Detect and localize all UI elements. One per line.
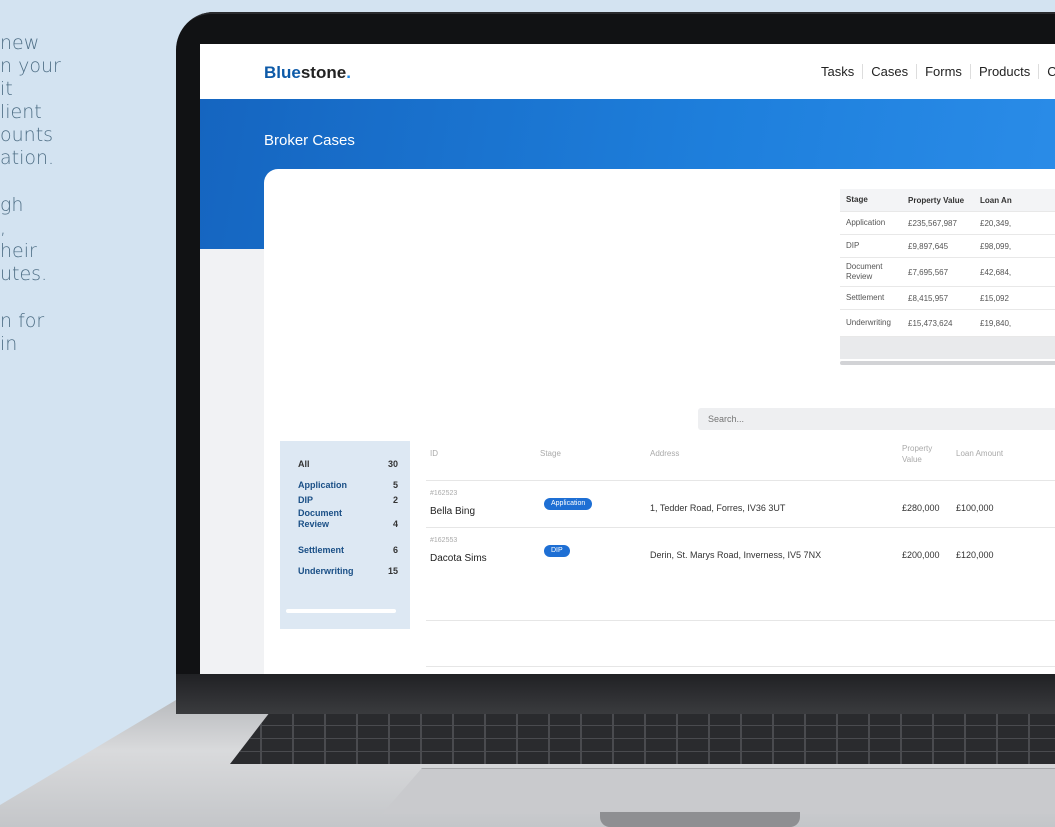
summary-scrollbar[interactable]	[840, 361, 1055, 365]
summary-header-loan-amount: Loan An	[980, 195, 1012, 205]
case-property-value: £280,000	[902, 503, 940, 513]
row-divider	[426, 666, 1055, 667]
stage-badge: DIP	[544, 545, 570, 557]
stage-summary-table: Stage Property Value Loan An Application…	[840, 189, 1055, 365]
case-address: Derin, St. Marys Road, Inverness, IV5 7N…	[650, 550, 822, 560]
row-divider	[426, 620, 1055, 621]
filter-all[interactable]: All 30	[298, 459, 398, 470]
top-navigation: Bluestone. Tasks Cases Forms Products Ca…	[200, 44, 1055, 99]
copy-paragraph: gh , heir utes.	[0, 194, 48, 285]
trackpad	[382, 768, 1055, 814]
case-id: #162553	[430, 537, 458, 544]
nav-cases[interactable]: Cases	[863, 64, 918, 79]
copy-paragraph: new n your it lient ounts ation.	[0, 32, 61, 169]
row-divider	[426, 527, 1055, 528]
col-property-value[interactable]: Property Value	[902, 443, 936, 465]
nav-products[interactable]: Products	[971, 64, 1040, 79]
col-address[interactable]: Address	[650, 449, 679, 458]
summary-row: Underwriting £15,473,624 £19,840,	[840, 310, 1055, 337]
summary-header-row: Stage Property Value Loan An	[840, 189, 1055, 212]
app-screen: Bluestone. Tasks Cases Forms Products Ca…	[200, 44, 1055, 674]
copy-paragraph: n for in	[0, 310, 45, 355]
col-id[interactable]: ID	[430, 449, 438, 458]
nav-links: Tasks Cases Forms Products Case	[813, 64, 1055, 79]
nav-case-more[interactable]: Case	[1039, 64, 1055, 79]
case-row[interactable]: #162523 Bella Bing Application 1, Tedder…	[200, 484, 1055, 528]
search-input[interactable]	[698, 408, 1055, 430]
case-name: Dacota Sims	[430, 553, 487, 564]
col-stage[interactable]: Stage	[540, 449, 561, 458]
summary-row: Document Review £7,695,567 £42,684,	[840, 258, 1055, 287]
case-property-value: £200,000	[902, 550, 940, 560]
summary-row: Application £235,567,987 £20,349,	[840, 212, 1055, 235]
summary-row: DIP £9,897,645 £98,099,	[840, 235, 1055, 258]
case-loan-amount: £100,000	[956, 503, 994, 513]
case-address: 1, Tedder Road, Forres, IV36 3UT	[650, 503, 786, 513]
keyboard	[230, 712, 1055, 764]
filter-scrollbar[interactable]	[286, 609, 396, 613]
row-divider	[426, 480, 1055, 481]
case-row[interactable]: #162553 Dacota Sims DIP Derin, St. Marys…	[200, 531, 1055, 575]
nav-forms[interactable]: Forms	[917, 64, 971, 79]
stage-badge: Application	[544, 498, 593, 510]
case-loan-amount: £120,000	[956, 550, 994, 560]
page-title: Broker Cases	[264, 132, 355, 149]
bluestone-logo[interactable]: Bluestone.	[264, 63, 351, 83]
case-id: #162523	[430, 490, 458, 497]
summary-footer	[840, 337, 1055, 359]
screen-chin	[176, 674, 1055, 714]
summary-header-property-value: Property Value	[908, 195, 965, 205]
summary-header-stage: Stage	[846, 195, 868, 204]
nav-tasks[interactable]: Tasks	[813, 64, 864, 79]
laptop-notch	[600, 812, 800, 827]
marketing-copy: new n your it lient ounts ation. gh , he…	[0, 32, 160, 380]
col-loan-amount[interactable]: Loan Amount	[956, 449, 1003, 458]
summary-row: Settlement £8,415,957 £15,092	[840, 287, 1055, 310]
case-name: Bella Bing	[430, 506, 476, 517]
